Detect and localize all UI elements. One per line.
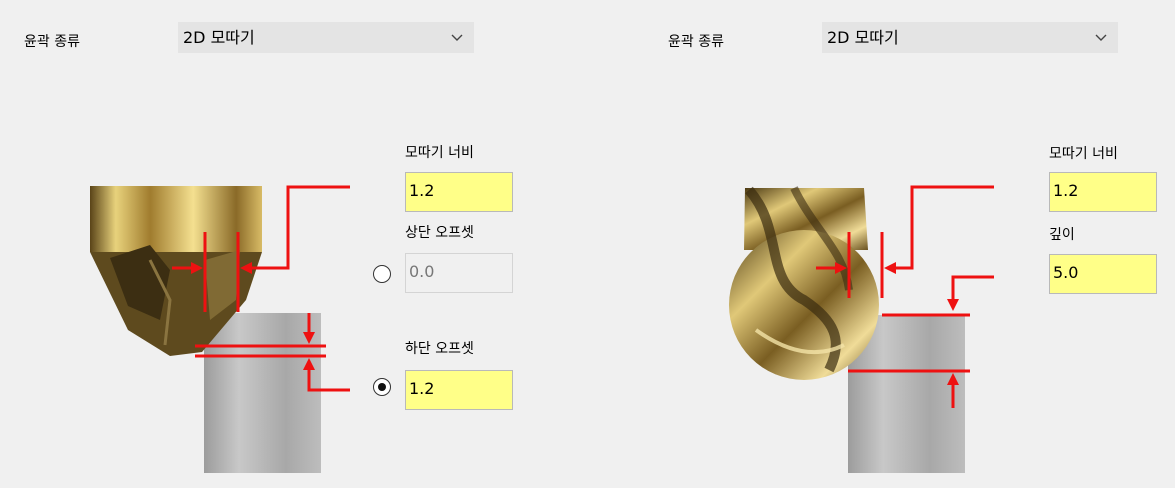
top-offset-radio[interactable] [373, 265, 391, 283]
top-offset-field[interactable]: 0.0 [405, 253, 513, 293]
chamfer-width-field[interactable]: 1.2 [1049, 172, 1157, 212]
radio-selected-dot [378, 383, 386, 391]
top-offset-label: 상단 오프셋 [405, 225, 474, 241]
depth-field[interactable]: 5.0 [1049, 254, 1157, 294]
bottom-offset-field[interactable]: 1.2 [405, 370, 513, 410]
chamfer-width-field[interactable]: 1.2 [405, 172, 513, 212]
chamfer-tool-illustration [90, 185, 350, 473]
ball-end-tool-illustration [729, 185, 994, 473]
right-panel: 윤곽 종류 2D 모따기 모따기 너비 1.2 깊이 5.0 [644, 0, 1175, 488]
chamfer-width-label: 모따기 너비 [1049, 146, 1118, 162]
ball-end-tool-icon [729, 186, 879, 380]
depth-label: 깊이 [1049, 227, 1075, 243]
bottom-offset-label: 하단 오프셋 [405, 341, 474, 357]
chamfer-width-label: 모따기 너비 [405, 145, 474, 161]
left-panel: 윤곽 종류 2D 모따기 모따기 너비 1.2 상단 오프셋 0.0 하단 오프… [0, 0, 587, 488]
bottom-offset-radio[interactable] [373, 378, 391, 396]
stock-block [204, 313, 321, 473]
